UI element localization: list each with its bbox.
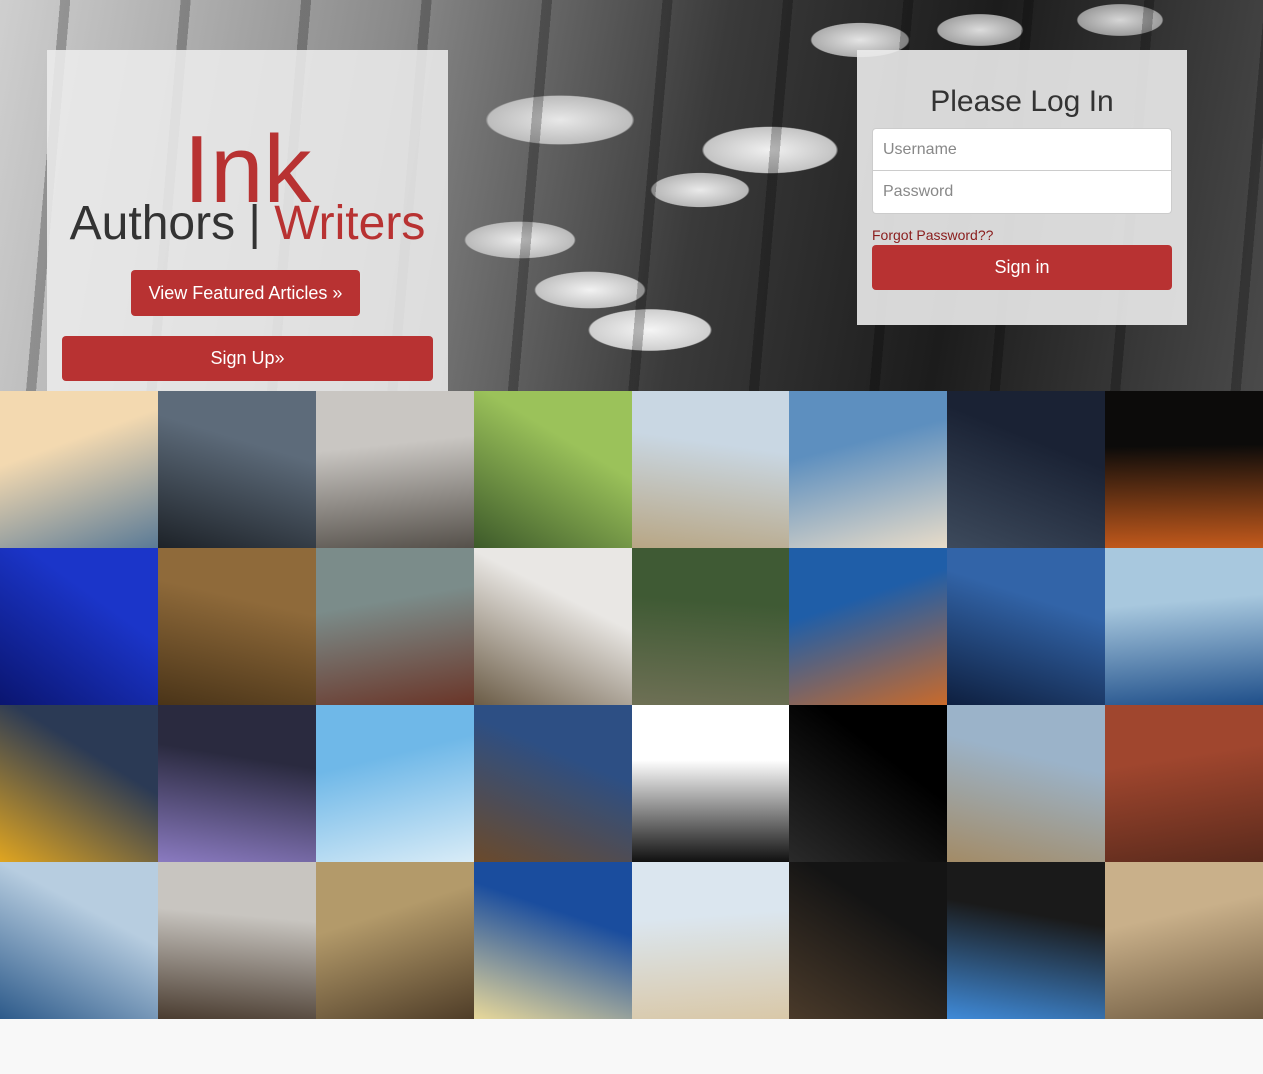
gallery-photo-basketball-hoop[interactable] xyxy=(315,705,474,862)
subtitle-writers: Writers xyxy=(274,197,426,250)
gallery-photo-tent-mountain[interactable] xyxy=(0,705,158,862)
username-input[interactable] xyxy=(872,128,1172,171)
gallery-photo-temple-ruins[interactable] xyxy=(631,548,790,705)
gallery-photo-dead-tree-desert[interactable] xyxy=(789,548,948,705)
gallery-photo-misty-forest[interactable] xyxy=(631,705,790,862)
gallery-photo-pyramids-city[interactable] xyxy=(315,862,474,1019)
gallery-photo-beach-children[interactable] xyxy=(631,391,790,548)
gallery-photo-elephant[interactable] xyxy=(157,548,316,705)
gallery-photo-sea-shell[interactable] xyxy=(789,391,948,548)
gallery-photo-foggy-taj-mahal[interactable] xyxy=(315,391,474,548)
sign-in-button[interactable]: Sign in xyxy=(872,245,1172,290)
page-footer xyxy=(0,1019,1263,1074)
brand-panel: Ink Authors | Writers View Featured Arti… xyxy=(47,50,448,391)
password-input[interactable] xyxy=(872,171,1172,214)
gallery-photo-river-city-boats[interactable] xyxy=(0,391,158,548)
photo-gallery xyxy=(0,391,1263,1019)
subtitle-authors: Authors xyxy=(69,197,236,250)
gallery-photo-shipyard[interactable] xyxy=(157,862,316,1019)
sign-up-button[interactable]: Sign Up» xyxy=(62,336,433,381)
gallery-photo-night-city[interactable] xyxy=(789,862,948,1019)
hero-banner: Ink Authors | Writers View Featured Arti… xyxy=(0,0,1263,391)
gallery-photo-city-skyline[interactable] xyxy=(947,548,1106,705)
gallery-photo-aerial-town[interactable] xyxy=(1105,862,1263,1019)
subtitle-separator: | xyxy=(235,197,275,250)
gallery-photo-blue-tunnel[interactable] xyxy=(0,548,158,705)
forgot-password-link[interactable]: Forgot Password?? xyxy=(872,227,993,243)
gallery-photo-hillside-village[interactable] xyxy=(1105,705,1263,862)
login-panel: Please Log In Forgot Password?? Sign in xyxy=(857,50,1187,325)
gallery-photo-windmills[interactable] xyxy=(947,705,1106,862)
gallery-photo-polar-bear[interactable] xyxy=(631,862,790,1019)
view-featured-articles-button[interactable]: View Featured Articles » xyxy=(131,270,360,316)
gallery-photo-horses-snow[interactable] xyxy=(473,548,632,705)
gallery-photo-night-street[interactable] xyxy=(947,391,1106,548)
gallery-photo-cliffs[interactable] xyxy=(315,548,474,705)
gallery-photo-lake-aerial[interactable] xyxy=(1105,548,1263,705)
gallery-photo-umbrella-rain[interactable] xyxy=(947,862,1106,1019)
gallery-photo-sea-bridge[interactable] xyxy=(0,862,158,1019)
gallery-photo-taj-arch[interactable] xyxy=(1105,391,1263,548)
gallery-photo-dark-alley[interactable] xyxy=(789,705,948,862)
login-title: Please Log In xyxy=(930,85,1114,118)
gallery-photo-ancient-temple[interactable] xyxy=(473,705,632,862)
brand-subtitle: Authors | Writers xyxy=(47,200,448,248)
gallery-photo-lightning[interactable] xyxy=(157,705,316,862)
gallery-photo-mosque-water[interactable] xyxy=(473,862,632,1019)
gallery-photo-stormy-mountain[interactable] xyxy=(157,391,316,548)
gallery-photo-tree-canopy[interactable] xyxy=(473,391,632,548)
